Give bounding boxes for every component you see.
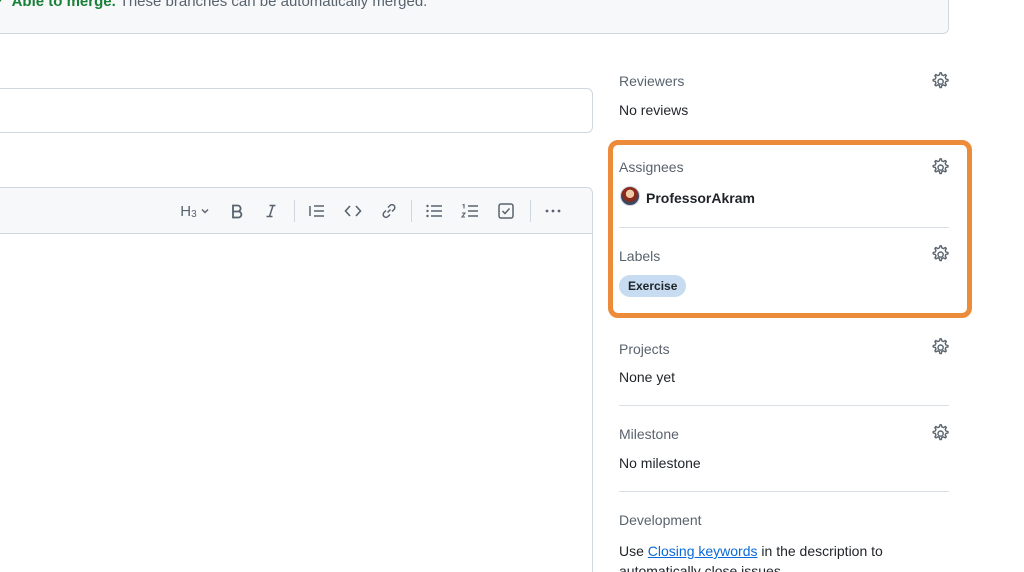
assignee-avatar[interactable] (620, 186, 640, 206)
toolbar-separator (294, 200, 295, 222)
kebab-horizontal-icon (545, 209, 561, 213)
bulleted-list-icon (426, 204, 442, 218)
quote-button[interactable] (306, 198, 328, 224)
link-icon (382, 203, 396, 219)
italic-icon (266, 204, 276, 218)
numbered-list-icon (461, 203, 478, 218)
reviewers-gear-icon[interactable] (930, 71, 950, 91)
toolbar-separator (530, 200, 531, 222)
closing-keywords-link[interactable]: Closing keywords (648, 543, 758, 559)
editor-toolbar: H3 (0, 188, 592, 234)
bulleted-list-button[interactable] (423, 198, 445, 224)
projects-heading: Projects (619, 341, 670, 357)
assignees-heading: Assignees (619, 159, 684, 175)
bold-icon (232, 204, 243, 219)
milestone-heading: Milestone (619, 426, 679, 442)
merge-status-box: ✓ Able to merge. These branches can be au… (0, 0, 949, 34)
heading-button[interactable]: H3 (178, 198, 212, 224)
checkbox-icon (498, 203, 514, 219)
reviewers-value: No reviews (619, 102, 689, 118)
development-description: Use Closing keywords in the description … (619, 543, 883, 572)
quote-icon (309, 205, 324, 217)
reviewers-heading: Reviewers (619, 73, 685, 89)
code-button[interactable] (342, 198, 364, 224)
link-button[interactable] (378, 198, 400, 224)
assignees-gear-icon[interactable] (930, 157, 950, 177)
merge-status-label: Able to merge. (11, 0, 116, 10)
numbered-list-button[interactable] (459, 198, 481, 224)
chevron-down-icon (201, 209, 209, 214)
section-divider (619, 405, 949, 406)
italic-button[interactable] (260, 198, 282, 224)
assignee-name[interactable]: ProfessorAkram (646, 190, 755, 206)
comment-editor[interactable]: H3 (0, 187, 593, 572)
toolbar-separator (411, 200, 412, 222)
title-input[interactable] (0, 88, 593, 133)
development-heading: Development (619, 512, 702, 528)
section-divider (619, 227, 949, 228)
section-divider (619, 491, 949, 492)
projects-gear-icon[interactable] (930, 337, 950, 357)
label-badge[interactable]: Exercise (619, 275, 687, 297)
milestone-gear-icon[interactable] (930, 423, 950, 443)
code-icon (344, 205, 362, 217)
check-icon: ✓ (0, 0, 7, 10)
task-list-button[interactable] (495, 198, 517, 224)
bold-button[interactable] (226, 198, 248, 224)
heading-icon: H (180, 202, 192, 220)
more-options-button[interactable] (542, 198, 564, 224)
merge-status-message: These branches can be automatically merg… (119, 0, 428, 10)
labels-gear-icon[interactable] (930, 244, 950, 264)
projects-value: None yet (619, 369, 676, 385)
labels-heading: Labels (619, 248, 661, 264)
milestone-value: No milestone (619, 455, 701, 471)
merge-status-text: ✓ Able to merge. These branches can be au… (0, 0, 427, 10)
